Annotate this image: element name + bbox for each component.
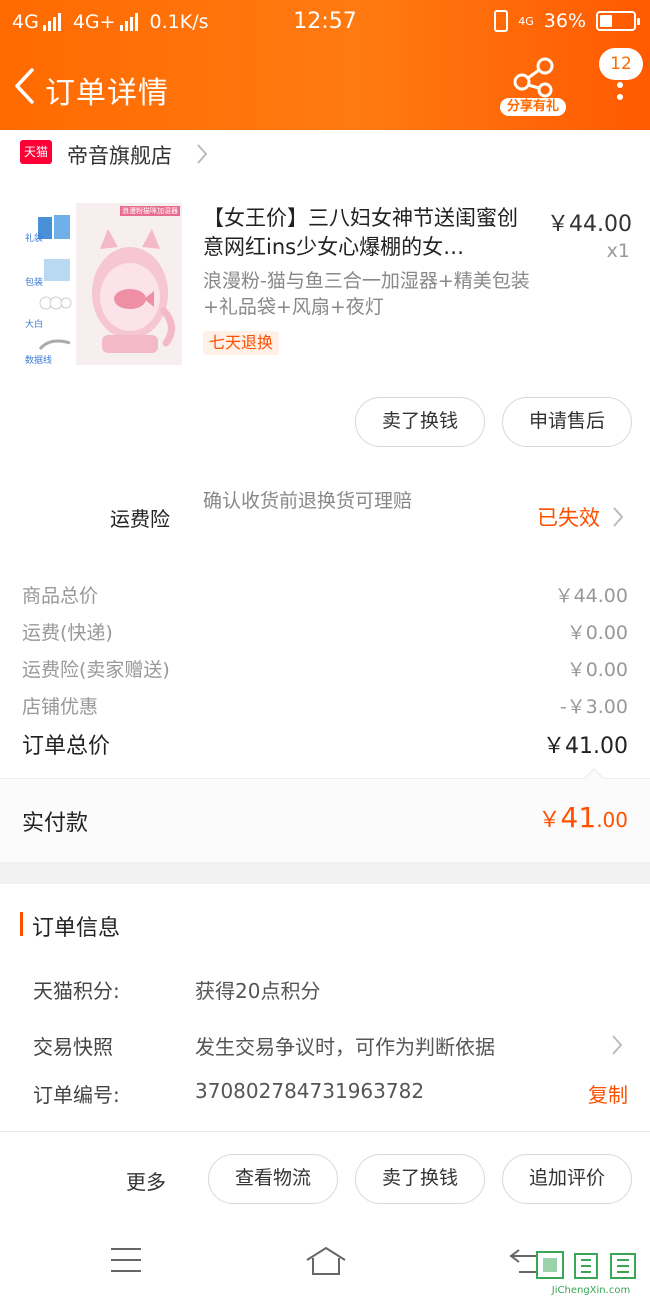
product-image[interactable]: 礼袋 包装 大白 数据线 浪漫粉猫咪加湿器: [20, 203, 182, 365]
watermark-logo: JiChengXin.com: [535, 1248, 647, 1298]
insurance-status: 已失效: [537, 506, 600, 530]
price-row-discount: 店铺优惠 -￥3.00: [22, 692, 628, 719]
status-bar: 4G 4G+ 0.1K/s 12:57 4G 36%: [0, 8, 650, 38]
paid-amount-row: 实付款 ￥41.00: [0, 778, 650, 862]
order-total-label: 订单总价: [22, 734, 111, 759]
info-key: 天猫积分:: [33, 979, 120, 1003]
watermark-icon: [536, 1251, 636, 1279]
copy-button[interactable]: 复制: [588, 1079, 628, 1108]
product-price: ￥44.00: [547, 212, 632, 237]
thumb-label-3: 大白: [25, 320, 44, 330]
page-title: 订单详情: [45, 76, 169, 111]
paid-label: 实付款: [22, 811, 89, 836]
paid-value: ￥41.00: [538, 801, 628, 834]
chevron-right-icon: [612, 1035, 623, 1055]
price-row-goods: 商品总价 ￥44.00: [22, 581, 628, 608]
order-info-title: 订单信息: [32, 916, 121, 941]
product-sku: 浪漫粉-猫与鱼三合一加湿器+精美包装+礼品袋+风扇+夜灯: [203, 270, 530, 318]
price-value: ￥0.00: [566, 622, 628, 644]
shop-name: 帝音旗舰店: [67, 144, 172, 168]
thumb-label-4: 数据线: [25, 356, 53, 365]
tmall-logo-icon: 天猫: [20, 140, 52, 164]
price-label: 运费险(卖家赠送): [22, 659, 170, 681]
product-title[interactable]: 【女王价】三八妇女神节送闺蜜创意网红ins少女心爆棚的女…: [203, 204, 533, 262]
price-value: ￥0.00: [566, 659, 628, 681]
resell-button-bottom[interactable]: 卖了换钱: [355, 1154, 485, 1204]
battery-percent: 36%: [543, 10, 586, 32]
share-label: 分享有礼: [500, 98, 566, 116]
menu-icon[interactable]: [111, 1248, 141, 1281]
header: 4G 4G+ 0.1K/s 12:57 4G 36% 订单详情 分享有礼 12: [0, 0, 650, 130]
after-sale-button[interactable]: 申请售后: [502, 397, 632, 447]
price-row-insurance: 运费险(卖家赠送) ￥0.00: [22, 655, 628, 682]
cat-humidifier-image: [92, 229, 175, 353]
price-value: -￥3.00: [559, 696, 628, 718]
share-icon: [513, 57, 554, 98]
back-arrow-icon[interactable]: [12, 66, 38, 106]
order-total-value: ￥41.00: [543, 734, 628, 759]
info-key: 订单编号:: [33, 1083, 120, 1107]
message-count-badge: 12: [599, 48, 643, 80]
watermark-text: JiChengXin.com: [551, 1285, 631, 1296]
info-value: 发生交易争议时，可作为判断依据: [195, 1035, 495, 1059]
thumb-label-2: 包装: [25, 278, 44, 288]
home-icon[interactable]: [305, 1246, 347, 1276]
mobile-data-badge: 4G: [518, 14, 534, 28]
product-quantity: x1: [606, 240, 630, 262]
divider: [0, 1131, 650, 1132]
battery-icon: [596, 11, 640, 31]
add-review-button[interactable]: 追加评价: [502, 1154, 632, 1204]
more-dots-icon: [616, 82, 624, 106]
nav-bar: 订单详情 分享有礼 12: [0, 48, 650, 120]
section-gap: [0, 862, 650, 884]
chevron-right-icon: [197, 144, 208, 164]
price-value: ￥44.00: [554, 585, 628, 607]
view-logistics-button[interactable]: 查看物流: [208, 1154, 338, 1204]
keychain-icon: [39, 296, 72, 310]
shop-row[interactable]: 天猫 帝音旗舰店: [0, 130, 650, 178]
price-label: 运费(快递): [22, 622, 113, 644]
more-button[interactable]: 更多: [126, 1166, 166, 1195]
share-button[interactable]: 分享有礼: [500, 56, 566, 118]
insurance-description: 确认收货前退换货可理赔: [203, 490, 413, 512]
product-item[interactable]: 礼袋 包装 大白 数据线 浪漫粉猫咪加湿器 【女王价】三八妇女神节送闺蜜创意网红…: [0, 200, 650, 370]
thumb-label-1: 礼袋: [25, 234, 44, 244]
chevron-right-icon: [613, 507, 624, 527]
status-right: 4G 36%: [494, 10, 640, 32]
insurance-label: 运费险: [110, 507, 170, 531]
info-value: 获得20点积分: [195, 979, 321, 1003]
order-number: 370802784731963782: [195, 1079, 425, 1103]
more-menu-button[interactable]: 12: [596, 48, 646, 118]
resell-button[interactable]: 卖了换钱: [355, 397, 485, 447]
vibrate-icon: [494, 10, 509, 32]
price-label: 商品总价: [22, 585, 99, 607]
price-row-shipping: 运费(快递) ￥0.00: [22, 618, 628, 645]
info-key: 交易快照: [33, 1035, 113, 1059]
return-policy-tag: 七天退换: [203, 331, 280, 355]
order-total-row: 订单总价 ￥41.00: [22, 728, 628, 760]
cable-icon: [38, 339, 71, 351]
price-label: 店铺优惠: [22, 696, 99, 718]
